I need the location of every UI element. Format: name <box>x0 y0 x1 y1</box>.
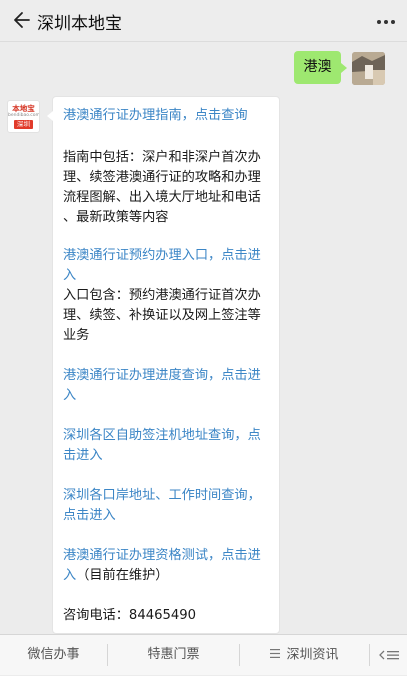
eligibility-test-line: 入（目前在维护） <box>63 566 277 586</box>
menu-item-label: 特惠门票 <box>147 647 200 662</box>
bottom-menu-bar: 微信办事 特惠门票 深圳资讯 <box>0 634 407 675</box>
user-avatar[interactable] <box>352 52 385 85</box>
avatar-city-badge: 深圳 <box>14 120 33 129</box>
appointment-link[interactable]: 港澳通行证预约办理入口，点击进 <box>63 246 277 266</box>
appointment-description-line: 理、续签、补换证以及网上签注等 <box>63 308 261 323</box>
top-bar: 深圳本地宝 <box>0 0 407 42</box>
progress-query-link[interactable]: 入 <box>63 386 277 406</box>
guide-description-line: 指南中包括：深户和非深户首次办 <box>63 150 261 165</box>
list-icon <box>270 635 281 675</box>
menu-item-wechat-services[interactable]: 微信办事 <box>0 635 107 675</box>
menu-item-label: 微信办事 <box>27 647 80 662</box>
guide-description-line: 流程图解、出入境大厅地址和电话 <box>63 190 261 205</box>
menu-item-label: 深圳资讯 <box>286 647 339 663</box>
account-avatar[interactable]: 本地宝 bendibao.com 深圳 <box>7 100 40 133</box>
user-avatar-photo <box>352 52 385 85</box>
more-options-icon[interactable] <box>373 8 399 32</box>
menu-item-discount-tickets[interactable]: 特惠门票 <box>108 635 239 675</box>
appointment-description-line: 业务 <box>63 328 90 343</box>
menu-item-shenzhen-news[interactable]: 深圳资讯 <box>240 635 369 675</box>
guide-description-line: 理、续签港澳通行证的攻略和办理 <box>63 170 261 185</box>
guide-link[interactable]: 港澳通行证办理指南，点击查询 <box>63 106 277 126</box>
guide-description-line: 、最新政策等内容 <box>63 210 169 225</box>
incoming-message-bubble: 港澳通行证办理指南，点击查询 指南中包括：深户和非深户首次办 理、续签港澳通行证… <box>47 96 280 634</box>
eligibility-test-link[interactable]: 港澳通行证办理资格测试，点击进 <box>63 546 277 566</box>
eligibility-test-link[interactable]: 入 <box>63 568 76 583</box>
appointment-link[interactable]: 入 <box>63 266 277 286</box>
maintenance-note: （目前在维护） <box>76 568 169 583</box>
outgoing-message-bubble[interactable]: 港澳 <box>294 51 347 84</box>
appointment-description-line: 入口包含：预约港澳通行证首次办 <box>63 288 261 303</box>
self-service-machine-link[interactable]: 深圳各区自助签注机地址查询，点 <box>63 426 277 446</box>
self-service-machine-link[interactable]: 击进入 <box>63 446 277 466</box>
port-info-link[interactable]: 点击进入 <box>63 506 277 526</box>
port-info-link[interactable]: 深圳各口岸地址、工作时间查询， <box>63 486 277 506</box>
page-title: 深圳本地宝 <box>37 14 122 34</box>
avatar-site-text: bendibao.com <box>8 113 40 118</box>
keyboard-toggle-icon[interactable] <box>370 635 407 675</box>
back-arrow-icon[interactable] <box>8 8 32 32</box>
progress-query-link[interactable]: 港澳通行证办理进度查询，点击进 <box>63 366 277 386</box>
hotline-text: 咨询电话：84465490 <box>63 608 197 623</box>
